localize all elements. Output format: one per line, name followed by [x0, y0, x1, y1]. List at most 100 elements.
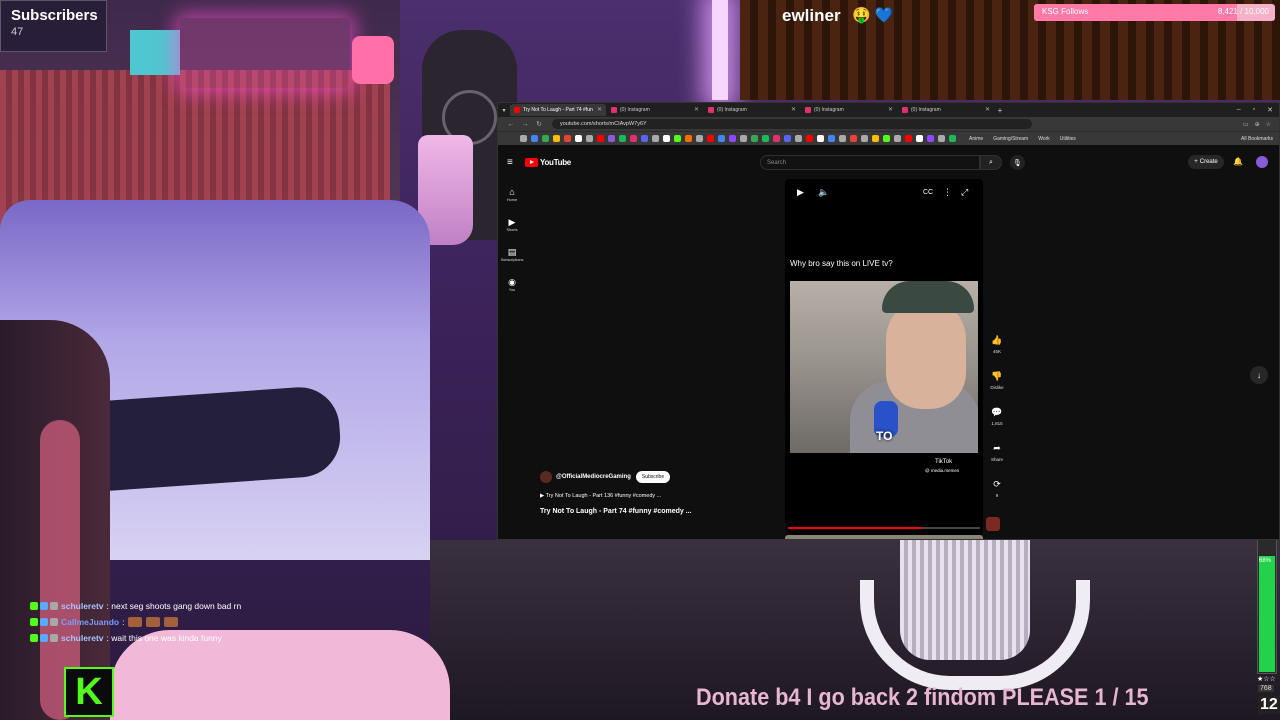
dislike-button[interactable]: 👎 Dislike — [986, 371, 1008, 407]
bookmark-favicon-icon[interactable] — [619, 135, 626, 142]
bookmark-favicon-icon[interactable] — [663, 135, 670, 142]
bookmark-favicon-icon[interactable] — [806, 135, 813, 142]
bookmark-favicon-icon[interactable] — [641, 135, 648, 142]
fullscreen-icon[interactable]: ⤢ — [961, 187, 968, 198]
close-tab-icon[interactable]: ✕ — [985, 106, 990, 113]
browser-tab[interactable]: (0) Instagram ✕ — [607, 104, 703, 116]
bookmark-favicon-icon[interactable] — [740, 135, 747, 142]
sidebar-item-shorts[interactable]: ▶ Shorts — [498, 209, 526, 239]
browser-tab[interactable]: (0) Instagram ✕ — [801, 104, 897, 116]
zoom-icon[interactable]: ⊕ — [1255, 121, 1260, 128]
bookmark-favicon-icon[interactable] — [795, 135, 802, 142]
bookmark-favicon-icon[interactable] — [817, 135, 824, 142]
remix-button[interactable]: ⟳ 9 — [986, 479, 1008, 515]
bookmark-favicon-icon[interactable] — [839, 135, 846, 142]
back-icon[interactable]: ← — [504, 121, 518, 128]
maximize-icon[interactable]: ▫ — [1253, 106, 1255, 114]
bookmark-favicon-icon[interactable] — [949, 135, 956, 142]
bookmark-favicon-icon[interactable] — [861, 135, 868, 142]
bookmark-favicon-icon[interactable] — [850, 135, 857, 142]
bookmark-favicon-icon[interactable] — [575, 135, 582, 142]
bookmark-folder[interactable]: Work — [1038, 136, 1050, 142]
close-tab-icon[interactable]: ✕ — [791, 106, 796, 113]
channel-avatar[interactable] — [540, 471, 552, 483]
bookmark-favicon-icon[interactable] — [718, 135, 725, 142]
bookmark-favicon-icon[interactable] — [542, 135, 549, 142]
sidebar-item-you[interactable]: ◉ You — [498, 269, 526, 299]
bookmark-favicon-icon[interactable] — [762, 135, 769, 142]
bookmark-favicon-icon[interactable] — [553, 135, 560, 142]
more-options-icon[interactable]: ⋮ — [943, 187, 952, 198]
bookmark-favicon-icon[interactable] — [773, 135, 780, 142]
bookmark-favicon-icon[interactable] — [531, 135, 538, 142]
minimize-icon[interactable]: – — [1237, 106, 1241, 114]
short-video-frame[interactable]: TO — [790, 281, 978, 453]
share-button[interactable]: ➦ Share — [986, 443, 1008, 479]
close-tab-icon[interactable]: ✕ — [597, 106, 602, 113]
video-progress-bar[interactable] — [788, 527, 980, 529]
subscribe-button[interactable]: Subscribe — [635, 471, 671, 483]
forward-icon[interactable]: → — [518, 121, 532, 128]
audio-source-thumbnail[interactable] — [986, 517, 1000, 531]
channel-name[interactable]: @OfficialMediocreGaming — [556, 474, 631, 480]
hamburger-menu-icon[interactable]: ≡ — [507, 157, 513, 168]
bookmark-favicon-icon[interactable] — [784, 135, 791, 142]
like-button[interactable]: 👍 45K — [986, 335, 1008, 371]
bookmark-folder[interactable]: Utilities — [1060, 136, 1076, 142]
sidebar-item-subscriptions[interactable]: ▤ Subscriptions — [498, 239, 526, 269]
next-short-arrow-icon[interactable]: ↓ — [1250, 366, 1268, 384]
url-input[interactable]: youtube.com/shorts/mCIAvpW7y6Y — [552, 119, 1032, 129]
bookmark-favicon-icon[interactable] — [872, 135, 879, 142]
close-tab-icon[interactable]: ✕ — [694, 106, 699, 113]
tab-search-icon[interactable]: ▾ — [498, 107, 510, 114]
browser-tab[interactable]: Try Not To Laugh - Part 74 #fun ✕ — [510, 104, 606, 116]
bookmark-favicon-icon[interactable] — [597, 135, 604, 142]
youtube-logo[interactable]: YouTube — [525, 158, 571, 167]
video-title[interactable]: Try Not To Laugh - Part 74 #funny #comed… — [540, 508, 692, 515]
shorts-player[interactable]: ▶ 🔈 CC ⋮ ⤢ Why bro say this on LIVE tv? … — [785, 179, 983, 535]
bookmark-favicon-icon[interactable] — [630, 135, 637, 142]
bookmark-favicon-icon[interactable] — [883, 135, 890, 142]
bookmark-favicon-icon[interactable] — [905, 135, 912, 142]
captions-icon[interactable]: CC — [923, 189, 933, 196]
bookmark-favicon-icon[interactable] — [938, 135, 945, 142]
notifications-bell-icon[interactable]: 🔔 — [1233, 157, 1243, 166]
search-button[interactable]: ⌕ — [980, 155, 1002, 170]
next-short-preview[interactable] — [785, 535, 983, 539]
bookmark-favicon-icon[interactable] — [751, 135, 758, 142]
bookmark-star-icon[interactable]: ☆ — [1266, 121, 1271, 128]
close-icon[interactable]: ✕ — [1267, 106, 1273, 114]
create-button[interactable]: + Create — [1188, 155, 1224, 169]
bookmark-folder[interactable]: Gaming/Stream — [993, 136, 1028, 142]
cast-icon[interactable]: ▭ — [1243, 121, 1249, 128]
bookmark-favicon-icon[interactable] — [674, 135, 681, 142]
reload-icon[interactable]: ↻ — [532, 120, 546, 128]
bookmark-favicon-icon[interactable] — [828, 135, 835, 142]
bookmark-favicon-icon[interactable] — [564, 135, 571, 142]
bookmark-favicon-icon[interactable] — [608, 135, 615, 142]
browser-tab[interactable]: (0) Instagram ✕ — [704, 104, 800, 116]
voice-search-button[interactable]: 🎙 — [1010, 155, 1025, 170]
bookmark-folder[interactable]: Anime — [969, 136, 983, 142]
volume-icon[interactable]: 🔈 — [818, 187, 829, 198]
search-input[interactable]: Search — [760, 155, 980, 170]
bookmark-favicon-icon[interactable] — [520, 135, 527, 142]
bookmark-favicon-icon[interactable] — [586, 135, 593, 142]
bookmark-favicon-icon[interactable] — [685, 135, 692, 142]
bookmark-favicon-icon[interactable] — [696, 135, 703, 142]
browser-tab[interactable]: (0) Instagram ✕ — [898, 104, 994, 116]
close-tab-icon[interactable]: ✕ — [888, 106, 893, 113]
bookmark-favicon-icon[interactable] — [894, 135, 901, 142]
avatar[interactable] — [1256, 156, 1268, 168]
sidebar-item-home[interactable]: ⌂ Home — [498, 179, 526, 209]
bookmark-favicon-icon[interactable] — [707, 135, 714, 142]
bookmark-favicon-icon[interactable] — [652, 135, 659, 142]
bookmark-favicon-icon[interactable] — [916, 135, 923, 142]
bookmark-favicon-icon[interactable] — [729, 135, 736, 142]
play-icon[interactable]: ▶ — [797, 187, 804, 198]
all-bookmarks-button[interactable]: All Bookmarks — [1241, 136, 1279, 142]
related-video-link[interactable]: ▶ Try Not To Laugh - Part 136 #funny #co… — [540, 493, 661, 499]
new-tab-button[interactable]: + — [995, 106, 1005, 115]
bookmark-favicon-icon[interactable] — [927, 135, 934, 142]
comments-button[interactable]: 💬 1,815 — [986, 407, 1008, 443]
